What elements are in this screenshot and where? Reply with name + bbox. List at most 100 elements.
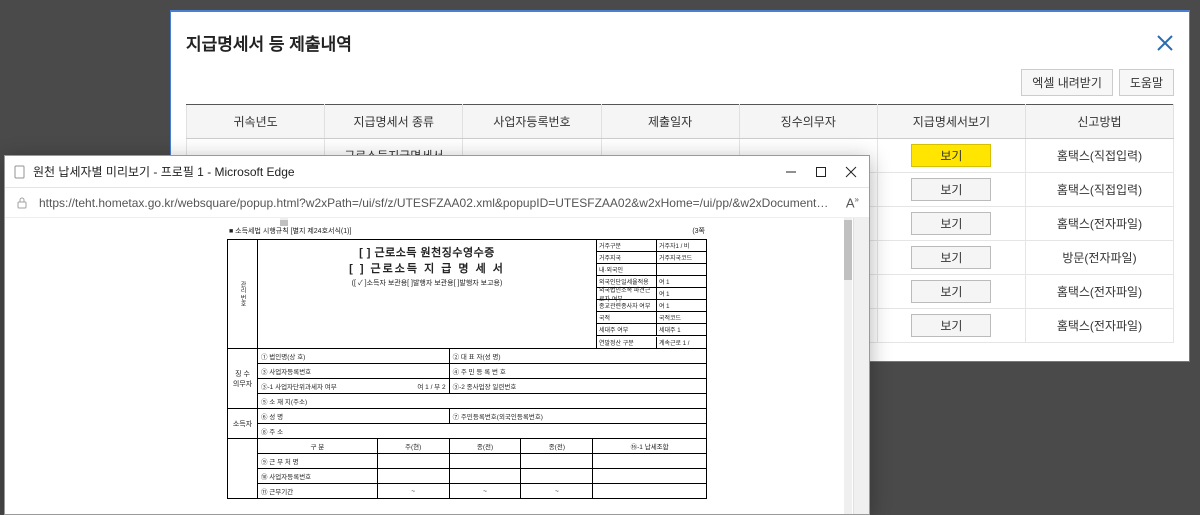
- doc-meta-label: 국적: [597, 312, 657, 323]
- section-side: [228, 439, 258, 499]
- view-button[interactable]: 보기: [911, 280, 991, 303]
- col-prev2: 종(전): [521, 439, 593, 454]
- field-sub-biz-seq: ③-2 종사업장 일련번호: [449, 379, 706, 394]
- view-button[interactable]: 보기: [911, 314, 991, 337]
- toolbar: 엑셀 내려받기 도움말: [186, 69, 1174, 96]
- field-address1: ⑤ 소 재 지(주소): [258, 394, 707, 409]
- doc-meta-label: 거주지국: [597, 252, 657, 263]
- doc-meta-row: 거주지국거주지국코드: [596, 252, 706, 264]
- field-resident-no: ④ 주 민 등 록 번 호: [449, 364, 706, 379]
- doc-meta-label: 거주구분: [597, 240, 657, 251]
- doc-meta-row: 외국법인소속 파견근로자 여부여 1: [596, 288, 706, 300]
- col-bizno: 사업자등록번호: [463, 105, 601, 139]
- doc-meta-row: 내·외국인: [596, 264, 706, 276]
- popup-titlebar[interactable]: 원천 납세자별 미리보기 - 프로필 1 - Microsoft Edge: [5, 156, 869, 188]
- doc-meta-value: 거주지국코드: [657, 252, 706, 263]
- col-prev1: 종(전): [449, 439, 521, 454]
- page-icon: [13, 165, 27, 179]
- close-button[interactable]: [845, 166, 857, 178]
- view-button[interactable]: 보기: [911, 246, 991, 269]
- doc-meta-value: 여 1: [657, 276, 706, 287]
- doc-title-box: 관리 번호 [ ] 근로소득 원천징수영수증 [ ] 근로소득 지 급 명 세 …: [227, 239, 707, 349]
- field-corp-name: ① 법인명(상 호): [258, 349, 450, 364]
- doc-meta-value: 국적코드: [657, 312, 706, 323]
- col-type: 지급명세서 종류: [325, 105, 463, 139]
- doc-meta-value: 세대주 1: [657, 324, 706, 335]
- help-button[interactable]: 도움말: [1119, 69, 1174, 96]
- field-unit-tax: ③-1 사업자단위과세자 여부 여 1 / 부 2: [258, 379, 450, 394]
- col-date: 제출일자: [601, 105, 739, 139]
- url-text[interactable]: https://teht.hometax.go.kr/websquare/pop…: [39, 196, 836, 210]
- doc-subtitle: ([ ✓ ]소득자 보관용[ ]발행자 보관용[ ]발행자 보고용): [260, 278, 594, 288]
- col-year: 귀속년도: [187, 105, 325, 139]
- cell-view: 보기: [877, 275, 1025, 309]
- col-obligor: 징수의무자: [739, 105, 877, 139]
- doc-mgmt-no-cell: 관리 번호: [228, 240, 258, 348]
- doc-rule-ref: ■ 소득세법 시행규칙 [별지 제24호서식(1)]: [229, 226, 351, 236]
- address-bar: https://teht.hometax.go.kr/websquare/pop…: [5, 188, 869, 218]
- field-address2: ⑧ 주 소: [258, 424, 707, 439]
- cell-method: 홈택스(전자파일): [1025, 309, 1173, 343]
- col-method: 신고방법: [1025, 105, 1173, 139]
- cell-view: 보기: [877, 241, 1025, 275]
- cell-view: 보기: [877, 207, 1025, 241]
- doc-meta-row: 세대주 여부세대주 1: [596, 324, 706, 336]
- document-page: ■ 소득세법 시행규칙 [별지 제24호서식(1)] (3쪽 관리 번호 [ ]…: [227, 226, 707, 514]
- read-aloud-icon[interactable]: A»: [846, 195, 859, 210]
- maximize-button[interactable]: [815, 166, 827, 178]
- window-controls: [785, 166, 861, 178]
- cell-view: 보기: [877, 139, 1025, 173]
- doc-meta-row: 연말정산 구분계속근로 1 /: [596, 336, 706, 348]
- panel-title: 지급명세서 등 제출내역: [186, 30, 352, 55]
- doc-meta-value: 계속근로 1 /: [657, 337, 706, 348]
- close-icon[interactable]: [1156, 34, 1174, 52]
- row-workplace: ⑨ 근 무 처 명: [258, 454, 378, 469]
- col-main: 주(현): [377, 439, 449, 454]
- obligor-label: 징 수 의무자: [228, 349, 258, 409]
- recipient-label: 소득자: [228, 409, 258, 439]
- doc-form-table: 징 수 의무자 ① 법인명(상 호) ② 대 표 자(성 명) ③ 사업자등록번…: [227, 348, 707, 439]
- doc-meta-label: 종교관련종사자 여부: [597, 300, 657, 311]
- col-total: ⑯-1 납세조합: [593, 439, 707, 454]
- view-button[interactable]: 보기: [911, 144, 991, 167]
- doc-section-table: 구 분 주(현) 종(전) 종(전) ⑯-1 납세조합 ⑨ 근 무 처 명 ⑩ …: [227, 438, 707, 499]
- cell-view: 보기: [877, 309, 1025, 343]
- row-bizno: ⑩ 사업자등록번호: [258, 469, 378, 484]
- preview-popup-window: 원천 납세자별 미리보기 - 프로필 1 - Microsoft Edge ht…: [4, 155, 870, 515]
- doc-meta-row: 거주구분거주자1 / 비: [596, 240, 706, 252]
- field-name: ⑥ 성 명: [258, 409, 450, 424]
- doc-right-scrollbar[interactable]: [844, 218, 852, 514]
- cell-method: 홈택스(직접입력): [1025, 139, 1173, 173]
- view-button[interactable]: 보기: [911, 212, 991, 235]
- popup-scrollbar[interactable]: [853, 218, 869, 514]
- cell-method: 방문(전자파일): [1025, 241, 1173, 275]
- section-label: 구 분: [258, 439, 378, 454]
- doc-title-1: [ ] 근로소득 원천징수영수증: [260, 244, 594, 260]
- doc-meta-value: [657, 269, 706, 271]
- doc-meta-value: 거주자1 / 비: [657, 240, 706, 251]
- field-resident-no2: ⑦ 주민등록번호(외국인등록번호): [449, 409, 706, 424]
- minimize-button[interactable]: [785, 166, 797, 178]
- doc-meta-label: 내·외국인: [597, 264, 657, 275]
- doc-meta-label: 세대주 여부: [597, 324, 657, 335]
- col-view: 지급명세서보기: [877, 105, 1025, 139]
- popup-content: ■ 소득세법 시행규칙 [별지 제24호서식(1)] (3쪽 관리 번호 [ ]…: [5, 218, 869, 514]
- site-info-icon[interactable]: [15, 196, 29, 210]
- doc-meta-row: 국적국적코드: [596, 312, 706, 324]
- table-header-row: 귀속년도 지급명세서 종류 사업자등록번호 제출일자 징수의무자 지급명세서보기…: [187, 105, 1174, 139]
- doc-meta-value: 여 1: [657, 300, 706, 311]
- cell-method: 홈택스(전자파일): [1025, 207, 1173, 241]
- view-button[interactable]: 보기: [911, 178, 991, 201]
- doc-meta-label: 연말정산 구분: [597, 337, 657, 348]
- doc-title-2: [ ] 근로소득 지 급 명 세 서: [260, 260, 594, 276]
- excel-download-button[interactable]: 엑셀 내려받기: [1021, 69, 1113, 96]
- field-biz-no: ③ 사업자등록번호: [258, 364, 450, 379]
- doc-meta-row: 종교관련종사자 여부여 1: [596, 300, 706, 312]
- panel-header: 지급명세서 등 제출내역: [186, 30, 1174, 69]
- doc-meta-value: 여 1: [657, 288, 706, 299]
- row-period: ⑪ 근무기간: [258, 484, 378, 499]
- cell-method: 홈택스(전자파일): [1025, 275, 1173, 309]
- field-rep-name: ② 대 표 자(성 명): [449, 349, 706, 364]
- cell-method: 홈택스(직접입력): [1025, 173, 1173, 207]
- popup-title-text: 원천 납세자별 미리보기 - 프로필 1 - Microsoft Edge: [33, 163, 785, 180]
